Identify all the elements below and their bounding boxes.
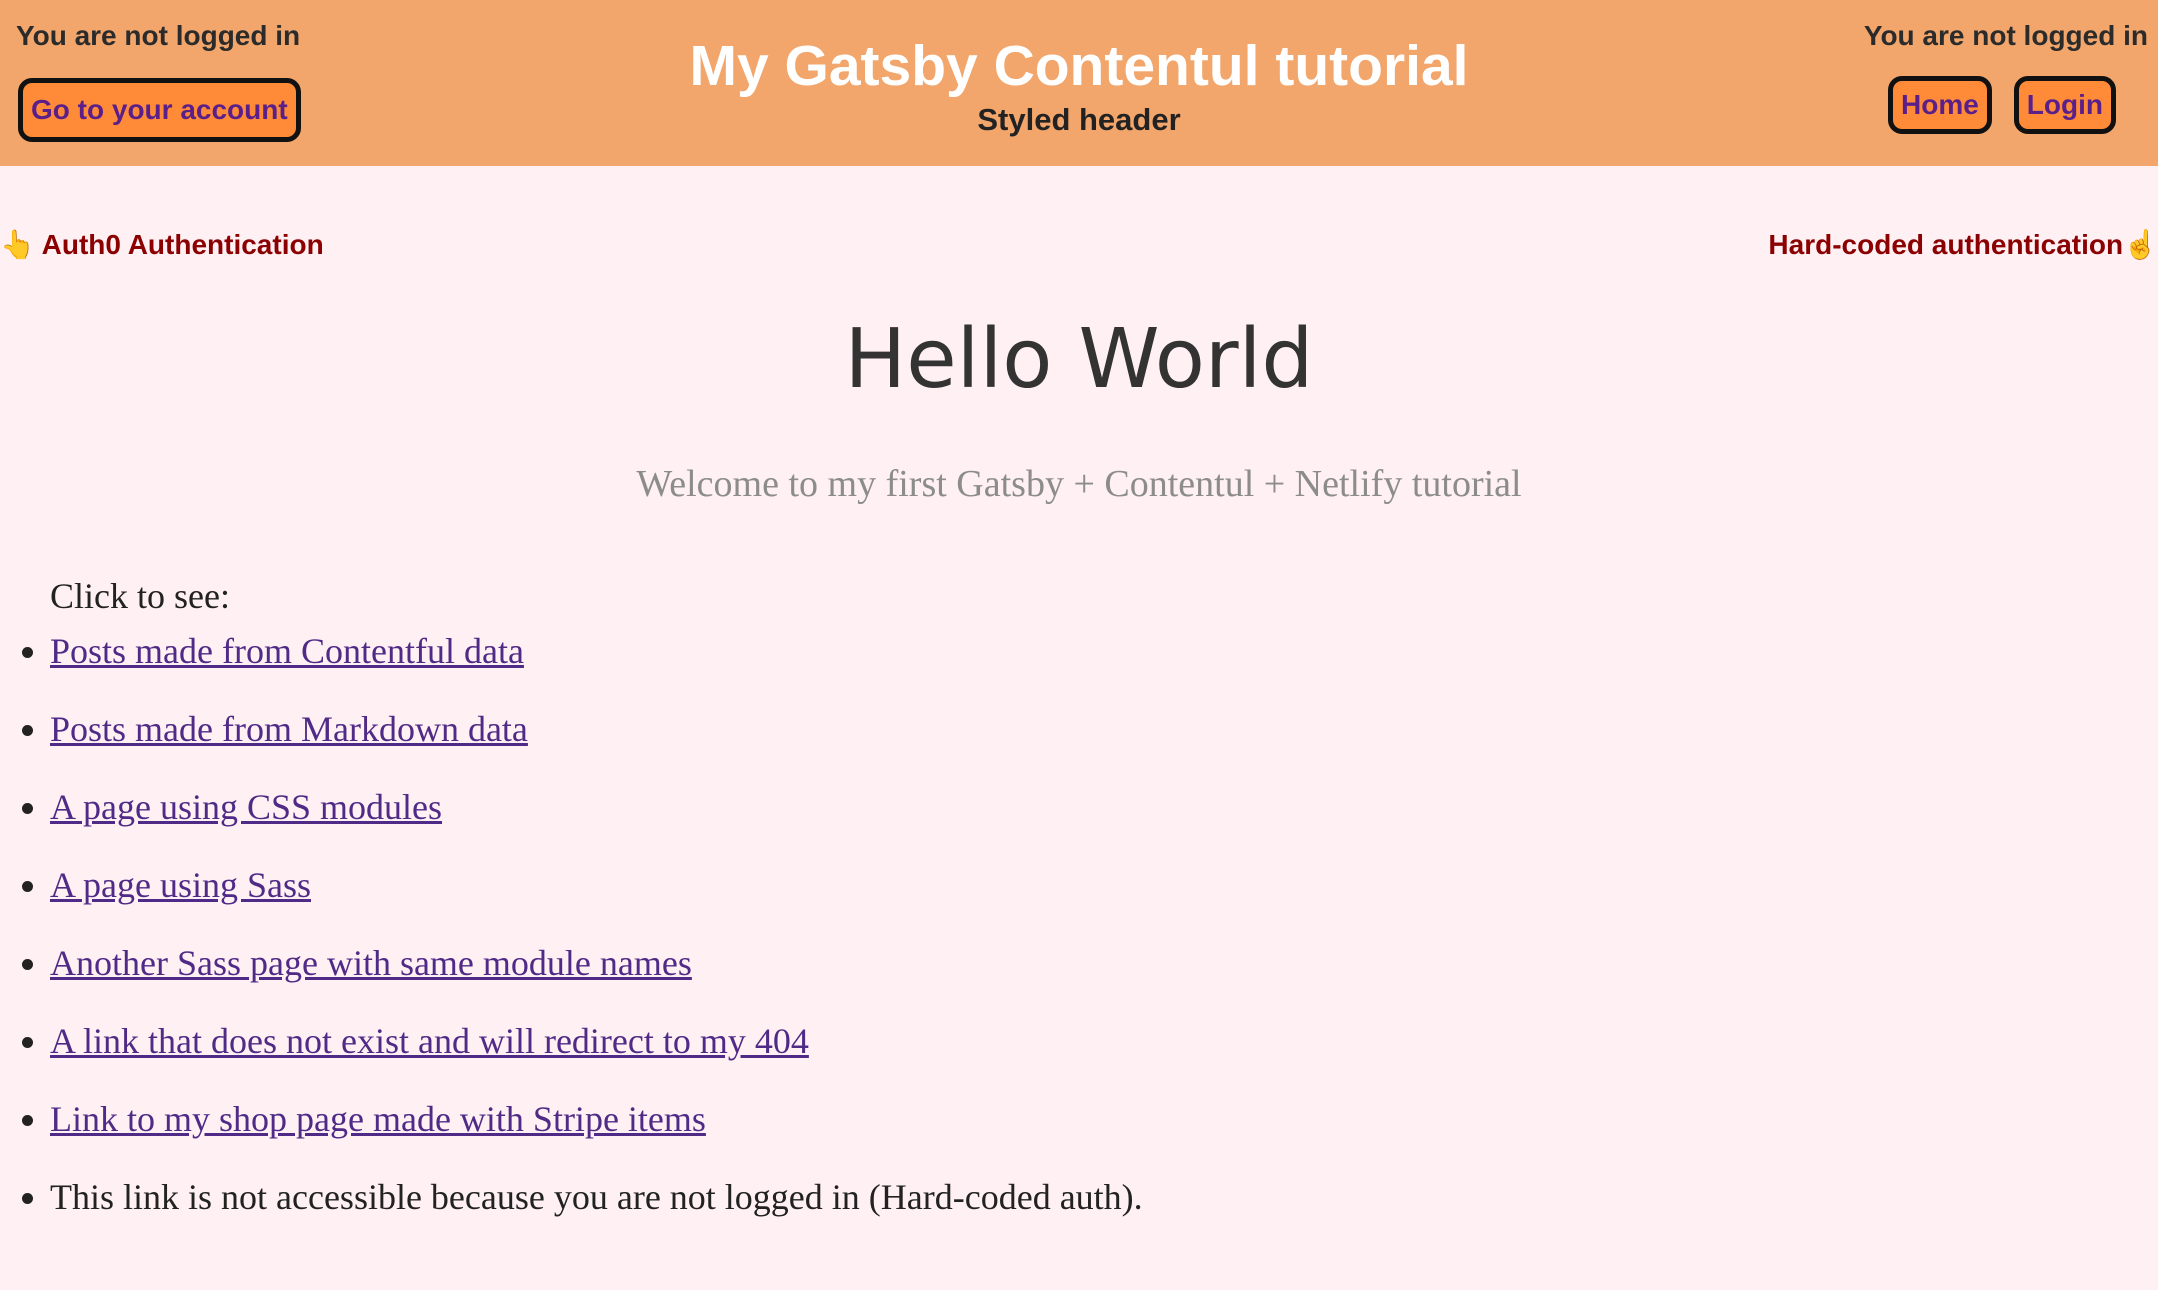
click-to-see-label: Click to see: [50, 576, 230, 616]
broken-404-link[interactable]: A link that does not exist and will redi… [50, 1021, 809, 1061]
list-item: Posts made from Contentful data [50, 623, 1143, 701]
site-subtitle: Styled header [977, 102, 1181, 137]
list-item: A page using CSS modules [50, 779, 1143, 857]
sass-page-link[interactable]: A page using Sass [50, 865, 311, 905]
login-status-right: You are not logged in [1863, 20, 2148, 51]
list-item: Another Sass page with same module names [50, 935, 1143, 1013]
welcome-text: Welcome to my first Gatsby + Contentul +… [636, 463, 1522, 505]
another-sass-page-link[interactable]: Another Sass page with same module names [50, 943, 692, 983]
pointing-up-icon: 👆 [0, 229, 35, 260]
hard-coded-authentication-link[interactable]: Hard-coded authentication☝ [1768, 228, 2158, 261]
list-item: A page using Sass [50, 857, 1143, 935]
list-item: Link to my shop page made with Stripe it… [50, 1091, 1143, 1169]
header-center: My Gatsby Contentul tutorial Styled head… [0, 30, 2158, 138]
auth0-authentication-label: Auth0 Authentication [41, 229, 324, 260]
markdown-posts-link[interactable]: Posts made from Markdown data [50, 709, 528, 749]
list-item: A link that does not exist and will redi… [50, 1013, 1143, 1091]
site-title: My Gatsby Contentul tutorial [689, 34, 1469, 98]
header-right: You are not logged in [1864, 20, 2148, 52]
login-button[interactable]: Login [2013, 76, 2116, 134]
site-header: You are not logged in Go to your account… [0, 0, 2158, 166]
shop-page-link[interactable]: Link to my shop page made with Stripe it… [50, 1099, 706, 1139]
auth0-authentication-link[interactable]: 👆 Auth0 Authentication [0, 228, 324, 261]
index-pointing-up-icon: ☝ [2123, 229, 2158, 260]
home-button[interactable]: Home [1888, 76, 1992, 134]
header-nav: Home Login [1888, 76, 2116, 134]
hard-coded-authentication-label: Hard-coded authentication [1768, 229, 2124, 260]
page-links-list: Posts made from Contentful data Posts ma… [0, 623, 1143, 1247]
contentful-posts-link[interactable]: Posts made from Contentful data [50, 631, 524, 671]
page-heading: Hello World [844, 312, 1314, 407]
locked-list-item: This link is not accessible because you … [50, 1169, 1143, 1247]
css-modules-link[interactable]: A page using CSS modules [50, 787, 442, 827]
list-item: Posts made from Markdown data [50, 701, 1143, 779]
